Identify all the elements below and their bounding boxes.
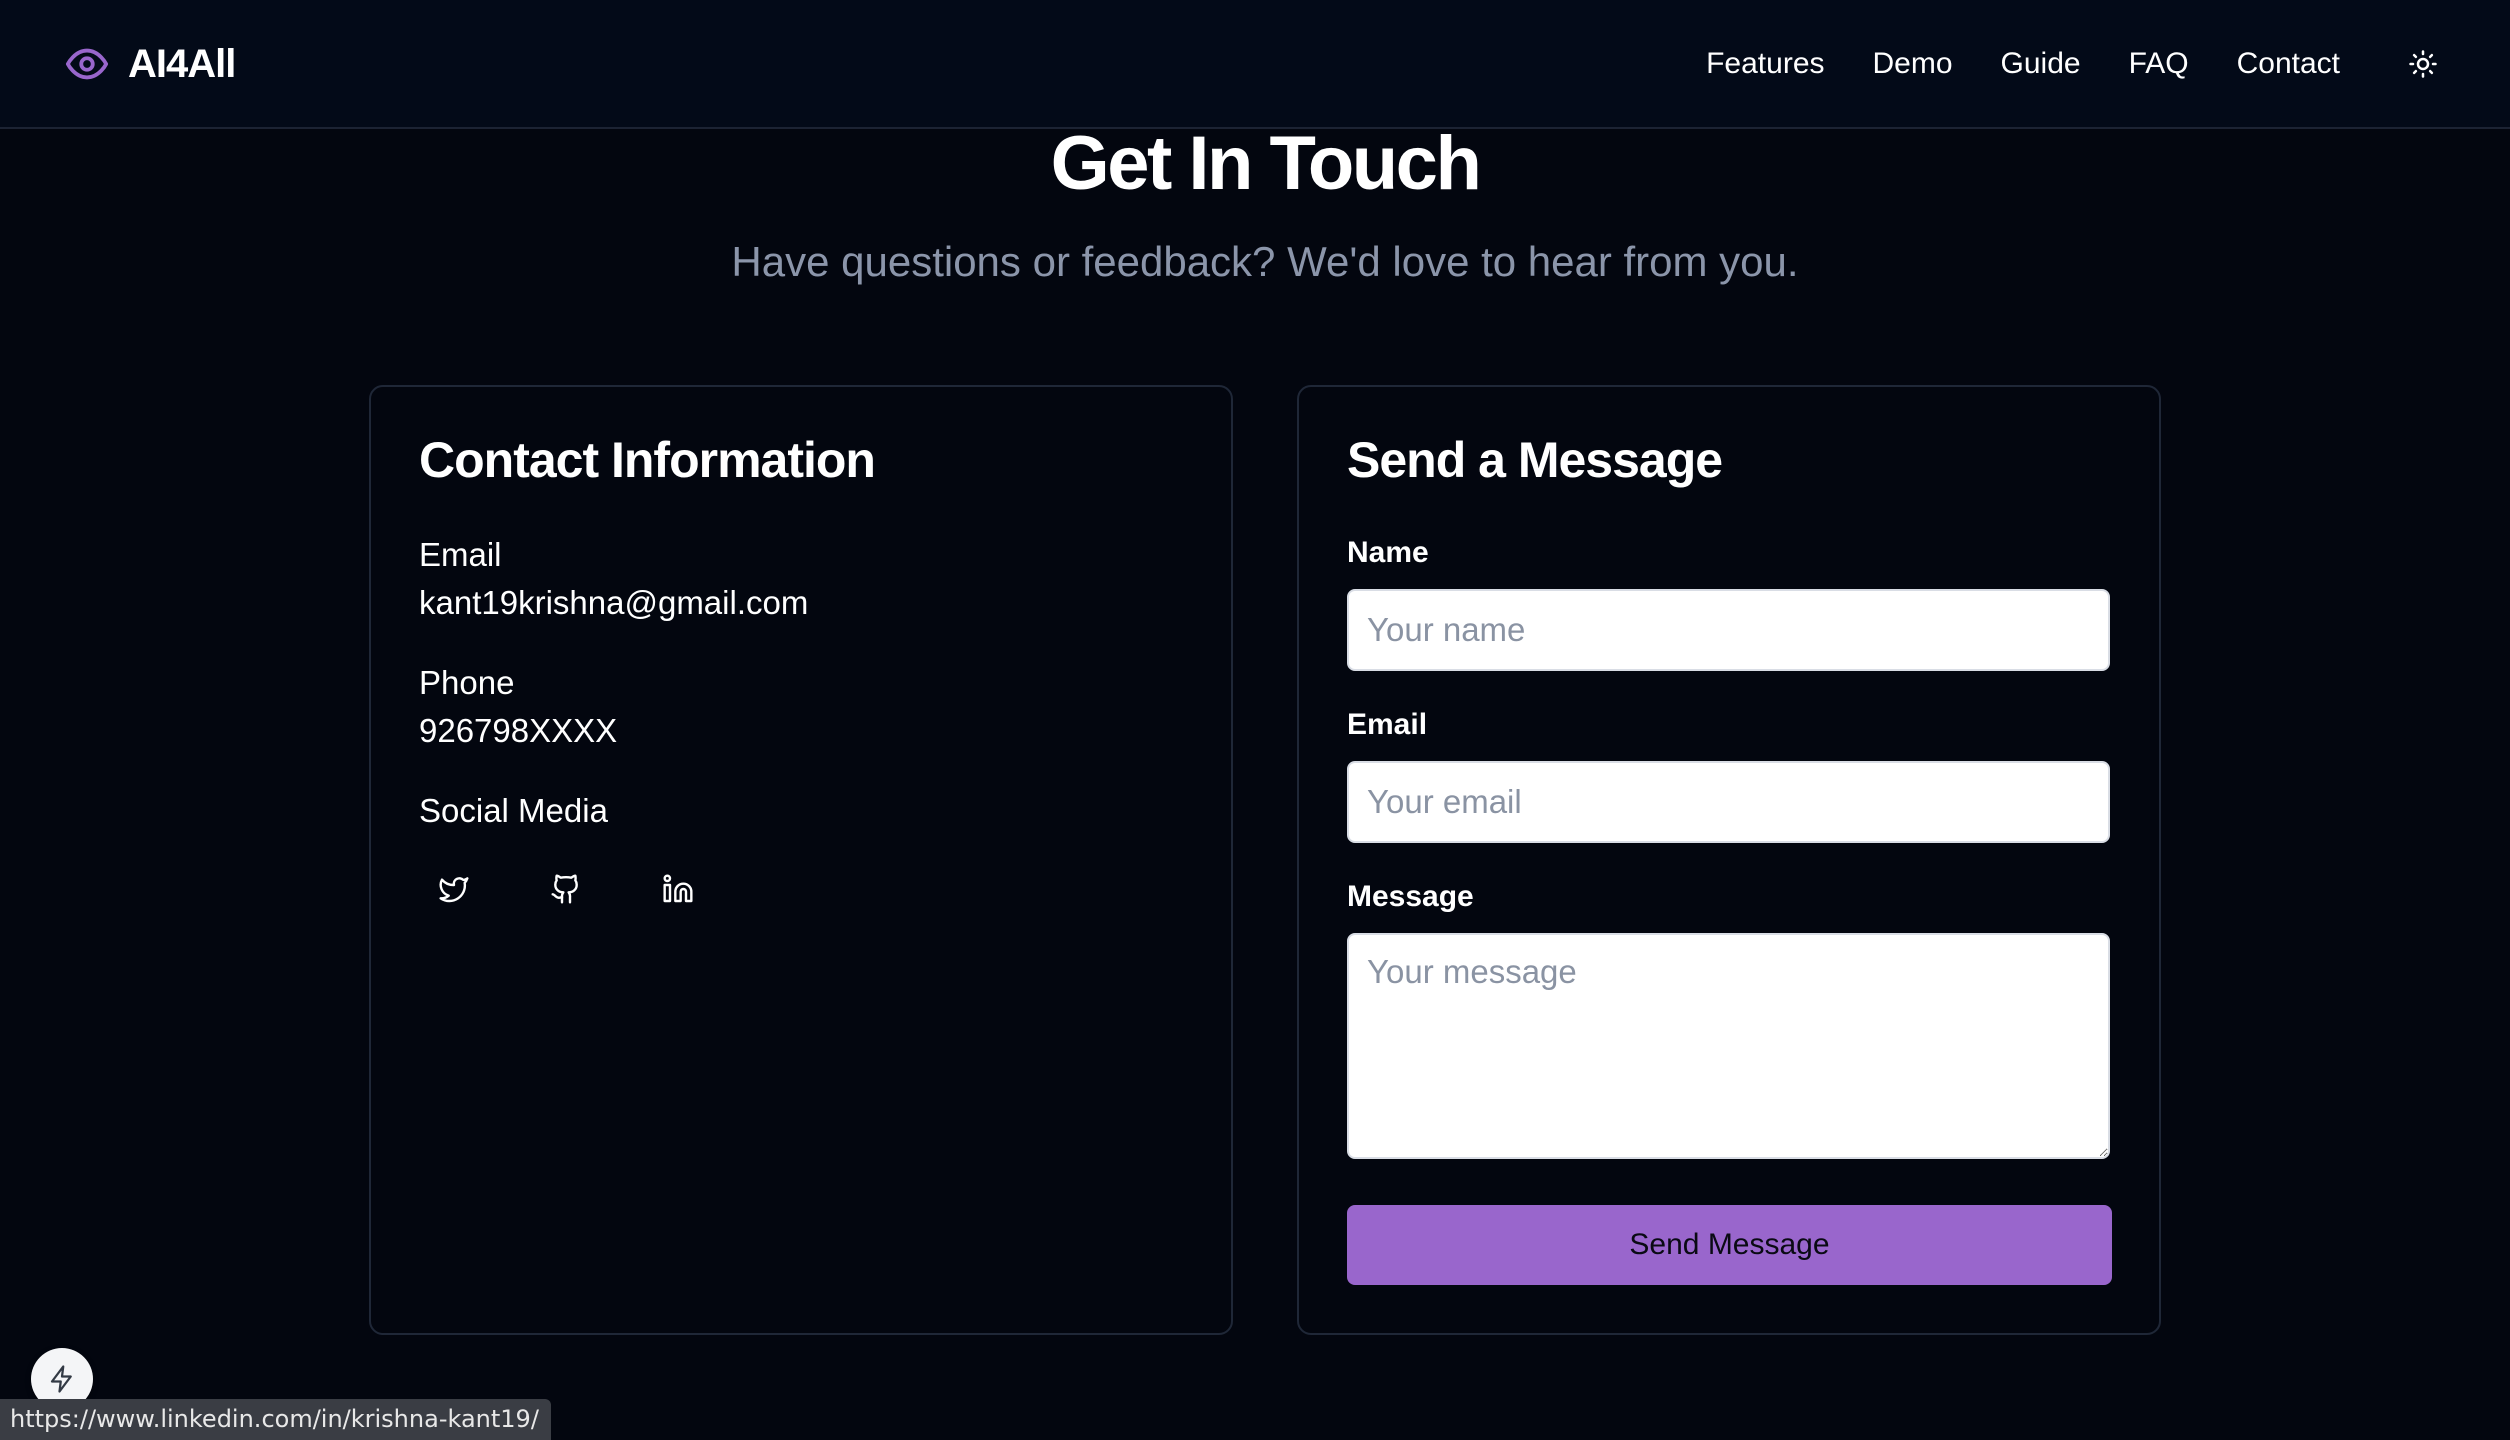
- twitter-link[interactable]: [437, 872, 471, 906]
- name-label: Name: [1347, 536, 1429, 569]
- linkedin-link[interactable]: [661, 872, 695, 906]
- status-bar-url: https://www.linkedin.com/in/krishna-kant…: [0, 1399, 551, 1440]
- message-form-title: Send a Message: [1347, 432, 1723, 488]
- nav-link-demo[interactable]: Demo: [1873, 47, 1953, 81]
- twitter-icon: [439, 877, 469, 903]
- brand-link[interactable]: AI4All: [64, 40, 236, 88]
- site-header: AI4All Features Demo Guide FAQ Contact: [0, 0, 2510, 129]
- email-value: kant19krishna@gmail.com: [419, 584, 809, 621]
- bolt-icon: [50, 1365, 72, 1393]
- brand-name: AI4All: [128, 41, 236, 86]
- nav-link-guide[interactable]: Guide: [2001, 47, 2081, 81]
- message-label: Message: [1347, 880, 1474, 913]
- contact-info-title: Contact Information: [419, 432, 876, 488]
- email-input[interactable]: [1347, 761, 2110, 843]
- nav-link-faq[interactable]: FAQ: [2129, 47, 2189, 81]
- main-nav: Features Demo Guide FAQ Contact: [1706, 44, 2340, 84]
- nav-link-features[interactable]: Features: [1706, 47, 1824, 81]
- email-field-label: Email: [1347, 708, 1428, 741]
- email-label: Email: [419, 536, 502, 573]
- send-message-button[interactable]: Send Message: [1347, 1205, 2112, 1285]
- name-input[interactable]: [1347, 589, 2110, 671]
- theme-toggle-button[interactable]: [2405, 46, 2441, 82]
- linkedin-icon: [663, 874, 693, 903]
- page-subtitle: Have questions or feedback? We'd love to…: [731, 238, 1799, 285]
- github-link[interactable]: [549, 872, 583, 906]
- nav-link-contact[interactable]: Contact: [2237, 47, 2340, 81]
- social-links: [437, 872, 695, 906]
- github-icon: [551, 874, 578, 904]
- phone-value: 926798XXXX: [419, 712, 618, 749]
- message-form-card: Send a Message Name Email Message Send M…: [1297, 385, 2161, 1335]
- page-title: Get In Touch: [1050, 121, 1482, 206]
- message-textarea[interactable]: [1347, 933, 2110, 1159]
- contact-info-card: Contact Information Email kant19krishna@…: [369, 385, 1233, 1335]
- phone-label: Phone: [419, 664, 515, 701]
- eye-icon: [65, 48, 109, 80]
- social-media-label: Social Media: [419, 792, 608, 829]
- sun-icon: [2409, 50, 2437, 78]
